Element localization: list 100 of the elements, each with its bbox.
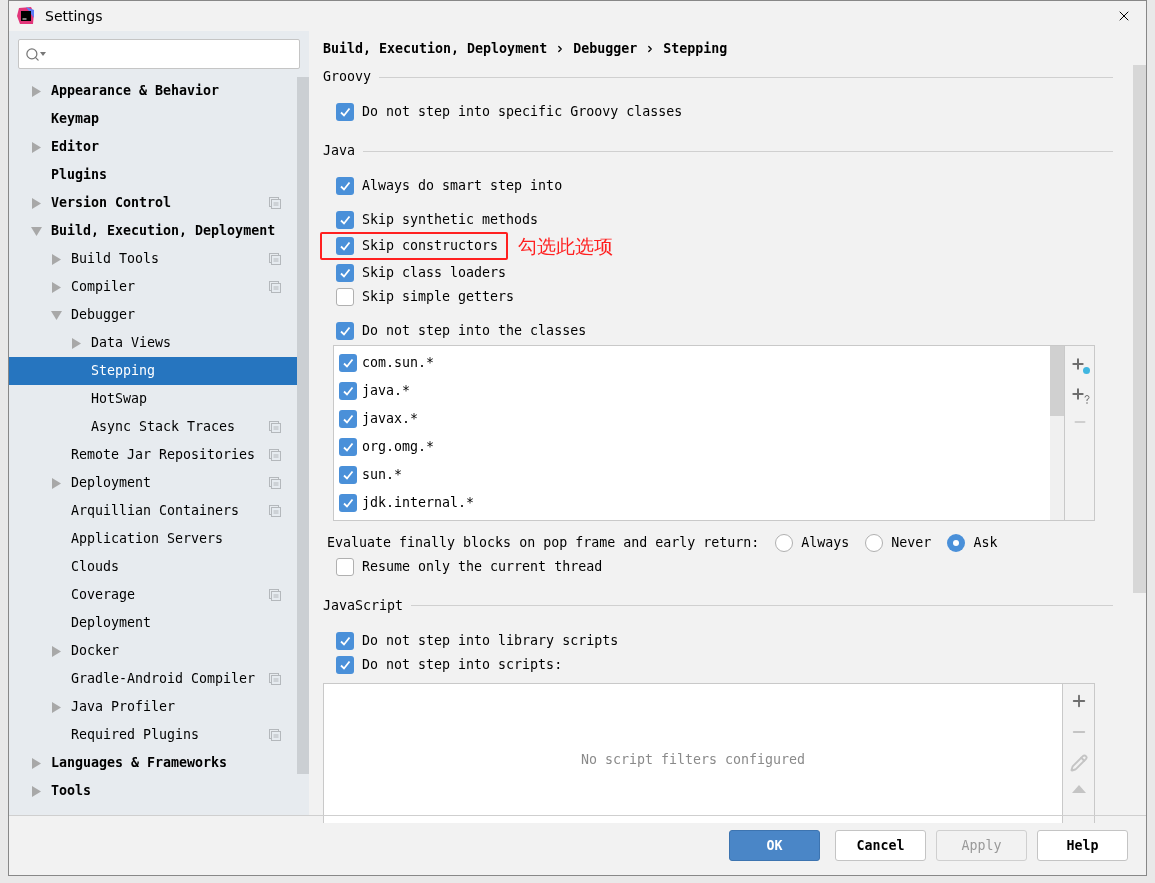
checkmark-icon [339,324,351,337]
checkbox[interactable] [339,353,357,372]
collapsed-arrow-icon[interactable] [51,253,62,265]
tree-item[interactable]: Version Control [9,189,297,217]
tree-item-label: Appearance & Behavior [51,82,221,101]
class-list-item[interactable]: javax.* [334,404,1050,433]
scrollbar-thumb[interactable] [297,77,309,774]
tree-item[interactable]: Data Views [9,329,297,357]
checkmark-icon [342,440,354,453]
tree-item[interactable]: Java Profiler [9,693,297,721]
tree-item[interactable]: Remote Jar Repositories [9,441,297,469]
tree-item[interactable]: Compiler [9,273,297,301]
search-field[interactable] [18,39,300,69]
dialog-button[interactable]: Help [1037,830,1128,861]
tree-item[interactable]: Plugins [9,161,297,189]
class-list-item[interactable]: java.* [334,376,1050,405]
checkmark-icon [339,180,351,192]
annotation-text: 勾选此选项 [518,234,614,259]
tree-item-label: Gradle-Android Compiler [71,670,257,689]
checkbox[interactable] [339,493,357,512]
checkbox[interactable] [336,211,354,229]
checkbox[interactable] [339,437,357,456]
collapsed-arrow-icon[interactable] [31,141,42,153]
checkbox[interactable] [336,103,354,121]
tree-item[interactable]: Build Tools [9,245,297,273]
collapsed-arrow-icon[interactable] [31,785,42,797]
section-title: Groovy [323,68,372,87]
class-list-item[interactable]: sun.* [334,460,1050,489]
tree-item[interactable]: Debugger [9,301,297,329]
tree-item[interactable]: Tools [9,777,297,805]
class-list-item[interactable]: com.sun.* [334,348,1050,377]
radio-button[interactable] [947,533,966,552]
tree-item[interactable]: Languages & Frameworks [9,749,297,777]
checkmark-icon [342,384,354,397]
tree-item[interactable]: Coverage [9,581,297,609]
collapsed-arrow-icon[interactable] [51,701,62,713]
checkmark-icon [342,496,354,509]
scrollbar-thumb[interactable] [1133,65,1146,593]
collapsed-arrow-icon[interactable] [51,281,62,293]
scrollbar-thumb[interactable] [1050,345,1064,416]
copy-icon [269,449,281,461]
checkbox[interactable] [339,465,357,484]
breadcrumb-item: Debugger [573,40,638,59]
tree-item[interactable]: Deployment [9,469,297,497]
checkbox[interactable] [336,287,354,306]
checkbox-label: Do not step into the classes [362,321,587,340]
tree-item[interactable]: Gradle-Android Compiler [9,665,297,693]
checkbox[interactable] [336,263,354,282]
tree-item-label: Coverage [71,586,137,605]
checkbox[interactable] [339,381,357,400]
tree-item-label: Plugins [51,166,109,185]
checkbox[interactable] [336,631,354,650]
class-list-item[interactable]: org.omg.* [334,432,1050,461]
tree-item[interactable]: Required Plugins [9,721,297,749]
search-icon[interactable] [25,46,46,62]
collapsed-arrow-icon[interactable] [51,477,62,489]
checkbox-label: Do not step into specific Groovy classes [362,103,683,122]
dialog-button[interactable]: OK [729,830,820,861]
radio-button[interactable] [775,533,794,552]
tree-item-label: Data Views [91,334,173,353]
expanded-arrow-icon[interactable] [31,225,42,237]
tree-item[interactable]: HotSwap [9,385,297,413]
collapsed-arrow-icon[interactable] [51,645,62,657]
tree-item-label: Debugger [71,306,137,325]
tree-item-label: Stepping [91,362,157,381]
tree-item[interactable]: Appearance & Behavior [9,77,297,105]
tree-item[interactable]: Stepping [9,357,297,385]
checkbox[interactable] [336,655,354,674]
collapsed-arrow-icon[interactable] [71,337,82,349]
tree-item[interactable]: Arquillian Containers [9,497,297,525]
class-list-item[interactable]: jdk.internal.* [334,488,1050,517]
tree-item[interactable]: Application Servers [9,525,297,553]
checkbox-label: Skip constructors [362,237,499,256]
checkbox[interactable] [339,409,357,428]
radio-button[interactable] [865,533,884,552]
checkbox-label: Resume only the current thread [362,557,603,576]
tree-item[interactable]: Docker [9,637,297,665]
checkbox[interactable] [336,177,354,195]
tree-item[interactable]: Deployment [9,609,297,637]
collapsed-arrow-icon[interactable] [31,757,42,769]
breadcrumb-item: Stepping [663,40,728,59]
checkbox[interactable] [336,237,354,256]
edit-icon[interactable] [1069,753,1088,772]
checkmark-icon [339,214,351,226]
expanded-arrow-icon[interactable] [51,309,62,321]
checkbox-label: Do not step into scripts: [362,655,563,674]
tree-item-label: Java Profiler [71,698,177,717]
tree-item-label: Application Servers [71,530,225,549]
tree-item[interactable]: Build, Execution, Deployment [9,217,297,245]
tree-item[interactable]: Keymap [9,105,297,133]
checkbox[interactable] [336,321,354,340]
collapsed-arrow-icon[interactable] [31,197,42,209]
collapsed-arrow-icon[interactable] [31,85,42,97]
tree-item[interactable]: Editor [9,133,297,161]
tree-item[interactable]: Clouds [9,553,297,581]
tree-item-label: Build Tools [71,250,161,269]
move-up-icon[interactable] [1071,784,1086,793]
dialog-button[interactable]: Cancel [835,830,926,861]
tree-item[interactable]: Async Stack Traces [9,413,297,441]
checkbox[interactable] [336,557,354,576]
